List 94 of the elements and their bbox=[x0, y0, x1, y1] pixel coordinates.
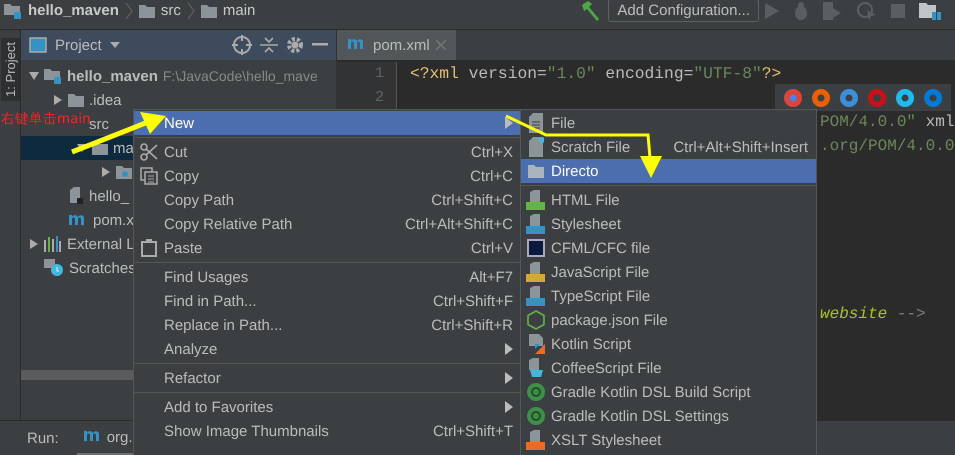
submenu-arrow-icon bbox=[505, 343, 513, 355]
folder-icon bbox=[528, 164, 544, 178]
menu-item[interactable]: Directo bbox=[521, 159, 816, 183]
code-line: .org/POM/4.0.0 bbox=[820, 137, 954, 155]
project-tool-tab[interactable]: 1: Project bbox=[0, 38, 20, 101]
collapsed-arrow-icon[interactable] bbox=[53, 95, 63, 105]
breadcrumb-item[interactable]: hello_maven bbox=[28, 2, 119, 19]
module-folder-icon bbox=[4, 2, 22, 18]
clipboard-icon bbox=[141, 239, 157, 257]
folder-icon bbox=[200, 4, 217, 18]
editor-tab[interactable]: pom.xml bbox=[337, 30, 456, 60]
menu-item[interactable]: Copy Relative Path Ctrl+Alt+Shift+C bbox=[134, 212, 521, 236]
scratch-icon bbox=[44, 259, 64, 277]
module-folder-icon bbox=[44, 68, 62, 84]
breadcrumb-item[interactable]: main bbox=[222, 2, 256, 19]
menu-item[interactable]: HTML File bbox=[521, 188, 816, 212]
submenu-arrow-icon bbox=[505, 117, 513, 129]
browser-icon[interactable] bbox=[783, 88, 803, 108]
browser-icon[interactable] bbox=[923, 88, 943, 108]
menu-item[interactable]: Copy Ctrl+C bbox=[134, 164, 521, 188]
folder-icon bbox=[68, 93, 84, 107]
menu-item[interactable]: JavaScript File bbox=[521, 260, 816, 284]
submenu-arrow-icon bbox=[505, 401, 513, 413]
tree-item[interactable]: pom.x bbox=[93, 212, 134, 228]
javascript-file-icon bbox=[526, 262, 546, 282]
settings-icon[interactable] bbox=[286, 36, 304, 54]
menu-item[interactable]: Analyze bbox=[134, 337, 521, 361]
copy-icon bbox=[140, 167, 158, 185]
submenu-arrow-icon bbox=[505, 372, 513, 384]
scratch-file-icon bbox=[528, 137, 544, 157]
menu-item[interactable]: Copy Path Ctrl+Shift+C bbox=[134, 188, 521, 212]
code-line: POM/4.0.0" xml bbox=[820, 113, 954, 131]
collapse-icon[interactable] bbox=[260, 36, 278, 54]
collapsed-arrow-icon[interactable] bbox=[29, 239, 39, 249]
resource-folder-icon bbox=[116, 164, 134, 180]
tree-item[interactable]: src bbox=[89, 116, 109, 132]
menu-item[interactable]: Paste Ctrl+V bbox=[134, 236, 521, 260]
kotlin-file-icon bbox=[527, 334, 545, 354]
chevron-icon bbox=[124, 2, 133, 20]
menu-item[interactable]: TypeScript File bbox=[521, 284, 816, 308]
menu-item[interactable]: Find Usages Alt+F7 bbox=[134, 265, 521, 289]
scissors-icon bbox=[140, 143, 158, 161]
code-line: <?xml version="1.0" encoding="UTF-8"?> bbox=[410, 64, 782, 83]
code-line: website --> bbox=[820, 305, 926, 323]
browser-icon[interactable] bbox=[811, 88, 831, 108]
menu-item[interactable]: Gradle Kotlin DSL Build Script bbox=[521, 380, 816, 404]
menu-item[interactable]: CFML/CFC file bbox=[521, 236, 816, 260]
browser-icon[interactable] bbox=[839, 88, 859, 108]
menu-item[interactable]: New bbox=[134, 111, 521, 135]
menu-item[interactable]: Scratch File Ctrl+Alt+Shift+Insert bbox=[521, 135, 816, 159]
target-icon[interactable] bbox=[232, 35, 252, 55]
tree-item[interactable]: External L bbox=[67, 236, 135, 252]
menu-item[interactable]: Kotlin Script bbox=[521, 332, 816, 356]
tree-item[interactable]: hello_maven bbox=[67, 68, 158, 84]
xslt-file-icon bbox=[526, 430, 546, 450]
hexagon-icon bbox=[527, 310, 545, 330]
annotation-text: 右键单击main bbox=[1, 110, 91, 127]
menu-item[interactable]: CoffeeScript File bbox=[521, 356, 816, 380]
project-structure-icon[interactable] bbox=[919, 2, 941, 20]
menu-item[interactable]: File bbox=[521, 111, 816, 135]
menu-item[interactable]: package.json File bbox=[521, 308, 816, 332]
add-configuration-button[interactable]: Add Configuration... bbox=[608, 0, 759, 22]
tree-item[interactable]: hello_ bbox=[89, 188, 130, 204]
gradle-icon bbox=[527, 383, 545, 401]
stylesheet-icon bbox=[526, 214, 546, 234]
library-icon bbox=[44, 236, 62, 252]
chevron-icon bbox=[186, 2, 195, 20]
cfml-file-icon bbox=[527, 239, 545, 257]
breadcrumb-item[interactable]: src bbox=[160, 2, 181, 19]
minimize-icon[interactable] bbox=[312, 43, 328, 47]
menu-item[interactable]: Refactor bbox=[134, 366, 521, 390]
menu-item[interactable]: Replace in Path... Ctrl+Shift+R bbox=[134, 313, 521, 337]
project-view-dropdown[interactable]: Project bbox=[55, 36, 102, 54]
menu-item[interactable]: XSLT Stylesheet bbox=[521, 428, 816, 452]
menu-item[interactable]: Add to Favorites bbox=[134, 395, 521, 419]
window-icon bbox=[29, 37, 47, 53]
coffee-file-icon bbox=[527, 358, 545, 378]
folder-icon bbox=[138, 4, 155, 18]
collapsed-arrow-icon[interactable] bbox=[101, 167, 111, 177]
tree-item[interactable]: ma bbox=[113, 140, 134, 156]
tree-item[interactable]: .idea bbox=[89, 92, 122, 108]
typescript-file-icon bbox=[526, 286, 546, 306]
menu-item[interactable]: Cut Ctrl+X bbox=[134, 140, 521, 164]
run-label: Run: bbox=[27, 430, 59, 447]
menu-item[interactable]: Stylesheet bbox=[521, 212, 816, 236]
html-file-icon bbox=[526, 190, 546, 210]
menu-item[interactable]: Gradle Kotlin DSL Settings bbox=[521, 404, 816, 428]
gradle-icon bbox=[527, 407, 545, 425]
tree-item[interactable]: Scratches bbox=[69, 260, 136, 276]
file-icon bbox=[68, 187, 84, 205]
path-text: F:\JavaCode\hello_mave bbox=[162, 68, 318, 84]
menu-item[interactable]: Find in Path... Ctrl+Shift+F bbox=[134, 289, 521, 313]
caret-icon[interactable] bbox=[110, 42, 120, 48]
browser-icon[interactable] bbox=[895, 88, 915, 108]
